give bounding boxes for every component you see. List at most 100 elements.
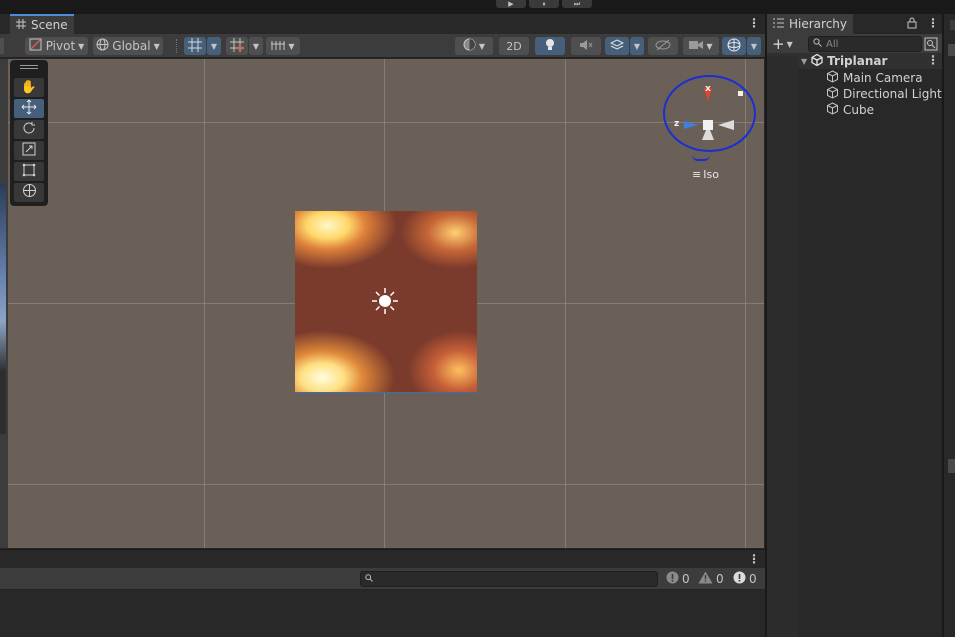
play-button[interactable]: ▶ xyxy=(496,0,526,8)
console-menu-icon[interactable]: ⋮ xyxy=(748,553,760,565)
error-count-toggle[interactable]: 0 xyxy=(666,571,690,587)
tools-overlay: ✋ xyxy=(10,60,48,206)
mute-icon xyxy=(579,39,593,54)
pause-icon: ⏸ xyxy=(542,0,546,8)
chevron-down-icon: ▼ xyxy=(786,39,793,49)
gizmos-button[interactable] xyxy=(722,37,746,55)
global-label: Global xyxy=(112,39,151,53)
step-icon: ⏭ xyxy=(573,0,581,8)
gizmos-dropdown[interactable]: ▼ xyxy=(747,37,761,55)
grid-line xyxy=(8,484,764,485)
globe-icon xyxy=(96,38,109,54)
chevron-down-icon: ▼ xyxy=(210,41,218,51)
console-search-input[interactable] xyxy=(360,571,658,587)
hand-tool-button[interactable]: ✋ xyxy=(14,78,44,97)
hierarchy-item-label: Main Camera xyxy=(843,71,923,85)
directional-light-icon[interactable] xyxy=(370,286,400,316)
error-count: 0 xyxy=(682,572,690,586)
chevron-down-icon: ▼ xyxy=(633,41,641,51)
hierarchy-menu-icon[interactable]: ⋮ xyxy=(927,17,939,29)
info-icon xyxy=(733,571,746,587)
panel-edge-button[interactable] xyxy=(948,44,955,56)
play-icon: ▶ xyxy=(508,0,514,8)
grid-snapping-dropdown[interactable]: ▼ xyxy=(207,37,221,55)
hierarchy-item-label: Cube xyxy=(843,103,874,117)
shading-mode-dropdown[interactable]: ▼ xyxy=(455,37,493,55)
transform-tool-button[interactable] xyxy=(14,183,44,202)
scene-visibility-toggle[interactable] xyxy=(648,37,678,55)
lock-icon[interactable] xyxy=(907,17,917,32)
move-icon xyxy=(21,99,37,119)
hierarchy-search-input[interactable]: All xyxy=(808,36,922,52)
effects-button[interactable] xyxy=(605,37,629,55)
scene-root-item[interactable]: ▼ Triplanar xyxy=(801,53,887,69)
hierarchy-tab-label: Hierarchy xyxy=(789,17,848,31)
scene-name: Triplanar xyxy=(827,54,888,68)
warning-count-toggle[interactable]: 0 xyxy=(698,571,724,587)
projection-toggle[interactable]: ≡ Iso xyxy=(692,168,719,181)
scene-viewport[interactable]: ✋ x z ≡ Iso xyxy=(8,59,764,548)
scene-panel: Scene ⋮ Pivot ▼ Global ▼ ▼ ▼ ▼ ▼ 2D ▼ ▼ … xyxy=(0,14,765,549)
projection-label: Iso xyxy=(703,168,719,181)
menu-lines-icon: ≡ xyxy=(692,168,702,181)
scene-options-icon[interactable]: ⋮ xyxy=(927,54,939,66)
mode-2d-toggle[interactable]: 2D xyxy=(499,37,529,55)
top-bar: ▶ ⏸ ⏭ xyxy=(0,0,955,14)
create-dropdown[interactable]: + ▼ xyxy=(772,35,793,53)
gameobject-icon xyxy=(826,70,839,86)
effects-dropdown[interactable]: ▼ xyxy=(630,37,644,55)
console-toolbar: 0 0 0 xyxy=(0,568,765,590)
chevron-down-icon: ▼ xyxy=(706,41,713,51)
transform-icon xyxy=(22,183,37,202)
grid-visibility-dropdown[interactable]: ▼ xyxy=(266,37,300,55)
warning-icon xyxy=(698,571,713,587)
tab-hierarchy[interactable]: Hierarchy xyxy=(767,14,854,34)
increment-snap-button[interactable] xyxy=(226,37,248,55)
info-count-toggle[interactable]: 0 xyxy=(733,571,757,587)
grid-snap-icon xyxy=(188,37,202,55)
move-tool-button[interactable] xyxy=(14,99,44,118)
hierarchy-item-main-camera[interactable]: Main Camera xyxy=(826,70,923,86)
tab-scene[interactable]: Scene xyxy=(10,14,74,34)
lighting-toggle[interactable] xyxy=(535,37,565,55)
camera-dropdown[interactable]: ▼ xyxy=(683,37,719,55)
chevron-down-icon: ▼ xyxy=(288,41,295,51)
grid-snapping-button[interactable] xyxy=(184,37,206,55)
console-tab-strip: ⋮ xyxy=(0,550,765,570)
scale-tool-button[interactable] xyxy=(14,141,44,160)
rect-tool-button[interactable] xyxy=(14,162,44,181)
pivot-icon xyxy=(29,38,43,54)
gameobject-icon xyxy=(826,102,839,118)
search-icon xyxy=(813,38,822,50)
hidden-eye-icon xyxy=(655,39,671,54)
chevron-down-icon: ▼ xyxy=(78,41,85,51)
skybox-strip xyxy=(0,184,6,434)
hierarchy-item-cube[interactable]: Cube xyxy=(826,102,874,118)
toolbar-separator xyxy=(176,39,178,53)
info-count: 0 xyxy=(749,572,757,586)
overlay-drag-handle[interactable] xyxy=(20,65,38,69)
annotation-stroke xyxy=(692,155,710,161)
audio-toggle[interactable] xyxy=(571,37,601,55)
hand-icon: ✋ xyxy=(20,80,38,95)
tab-inspector[interactable] xyxy=(950,20,955,30)
gizmo-globe-icon xyxy=(727,38,741,55)
pause-button[interactable]: ⏸ xyxy=(529,0,559,8)
hierarchy-panel: Hierarchy ⋮ + ▼ All ▼ Triplanar ⋮ Main C… xyxy=(767,14,942,637)
scrollbar-thumb[interactable] xyxy=(948,459,955,473)
grid-icon xyxy=(16,18,26,32)
rotate-tool-button[interactable] xyxy=(14,120,44,139)
rect-icon xyxy=(22,163,36,181)
step-button[interactable]: ⏭ xyxy=(562,0,592,8)
pivot-label: Pivot xyxy=(45,39,76,53)
pivot-dropdown[interactable]: Pivot ▼ xyxy=(25,37,88,55)
hierarchy-item-label: Directional Light xyxy=(843,87,942,101)
search-placeholder: All xyxy=(826,38,839,50)
global-dropdown[interactable]: Global ▼ xyxy=(93,37,163,55)
grid-lines-icon xyxy=(271,39,286,54)
scene-menu-icon[interactable]: ⋮ xyxy=(748,17,760,29)
scene-search-icon[interactable] xyxy=(924,37,938,54)
hierarchy-item-directional-light[interactable]: Directional Light xyxy=(826,86,942,102)
increment-snap-dropdown[interactable]: ▼ xyxy=(249,37,263,55)
increment-snap-icon xyxy=(230,37,244,55)
